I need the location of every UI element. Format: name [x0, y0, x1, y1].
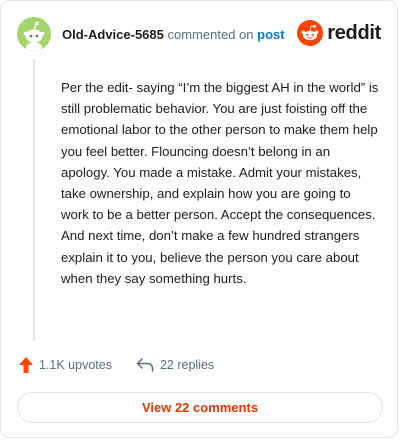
- view-comments-button[interactable]: View 22 comments: [17, 392, 383, 423]
- thread-line[interactable]: [33, 59, 35, 341]
- comment-actions: 1.1K upvotes 22 replies: [19, 357, 214, 373]
- comment-header: Old-Advice-5685 commented on post reddit: [17, 17, 381, 53]
- action-text: commented on: [167, 27, 254, 42]
- reddit-logo-icon: [297, 20, 324, 46]
- comment-body: Per the edit- saying “I’m the biggest AH…: [61, 80, 379, 286]
- snoo-avatar-icon[interactable]: [17, 17, 51, 51]
- replies-button[interactable]: 22 replies: [136, 358, 214, 372]
- upvote-arrow-icon: [19, 357, 33, 373]
- upvote-count: 1.1K upvotes: [39, 358, 112, 372]
- replies-count: 22 replies: [159, 358, 215, 372]
- post-link[interactable]: post: [257, 27, 284, 42]
- username[interactable]: Old-Advice-5685: [62, 27, 164, 42]
- reddit-logo[interactable]: reddit: [297, 20, 381, 46]
- reply-arrow-icon: [136, 358, 154, 372]
- brand-name: reddit: [327, 21, 381, 44]
- comment-card: Old-Advice-5685 commented on post reddit…: [0, 0, 398, 438]
- upvote-button[interactable]: 1.1K upvotes: [19, 357, 112, 373]
- comment-meta: Old-Advice-5685 commented on post: [62, 27, 285, 42]
